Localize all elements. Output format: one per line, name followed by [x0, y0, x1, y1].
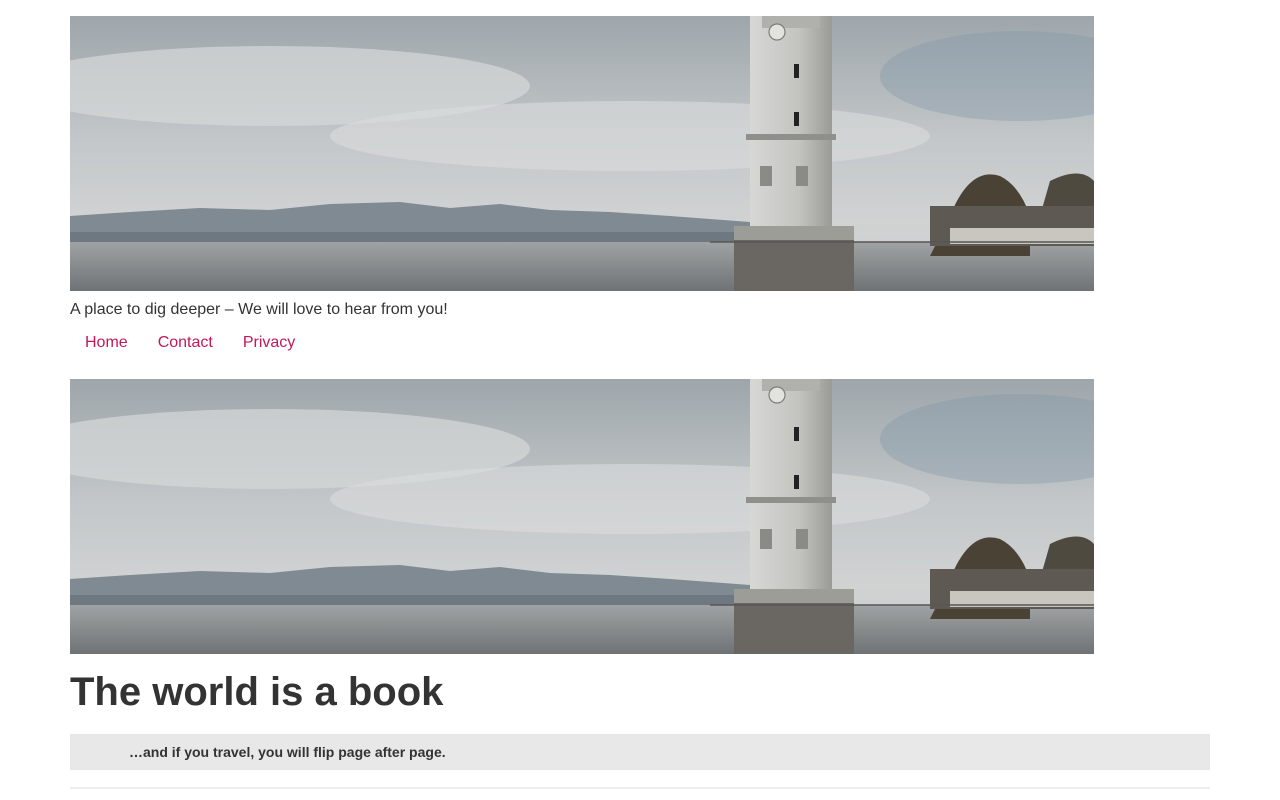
header-banner-image[interactable] [70, 16, 1094, 291]
post-title: The world is a book [70, 670, 444, 714]
lighthouse-photo [70, 16, 1094, 291]
post-subtitle-bar: …and if you travel, you will flip page a… [70, 734, 1210, 770]
post-hero-image[interactable] [70, 379, 1094, 654]
lighthouse-photo [70, 379, 1094, 654]
post-subtitle: …and if you travel, you will flip page a… [129, 744, 446, 760]
site-tagline: A place to dig deeper – We will love to … [70, 301, 448, 318]
main-nav: Home Contact Privacy [70, 332, 310, 354]
content-divider [70, 787, 1210, 789]
nav-contact-link[interactable]: Contact [143, 333, 228, 353]
nav-home-link[interactable]: Home [70, 333, 143, 353]
nav-privacy-link[interactable]: Privacy [228, 333, 310, 353]
page: A place to dig deeper – We will love to … [0, 0, 1280, 800]
